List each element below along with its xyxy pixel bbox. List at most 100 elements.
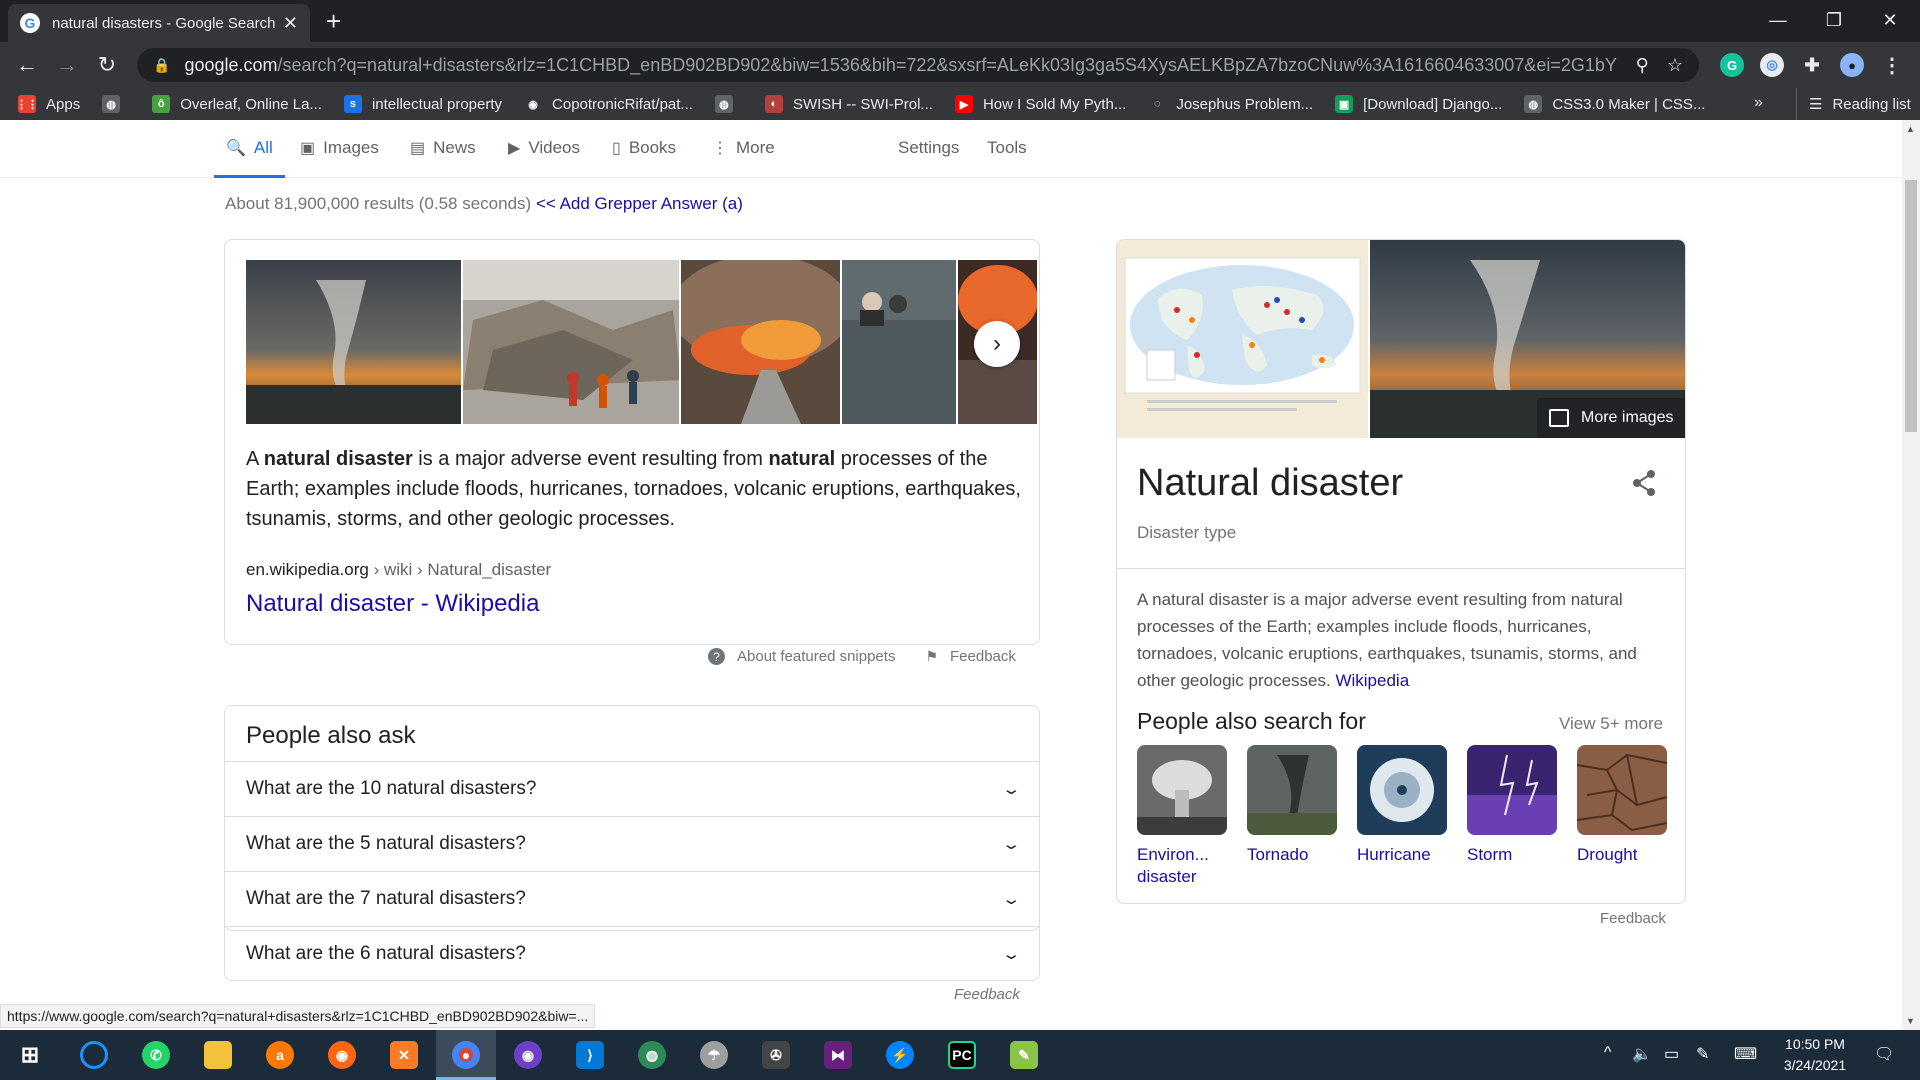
- taskbar-app[interactable]: ◍: [622, 1030, 682, 1080]
- restore-icon[interactable]: ❐: [1806, 0, 1862, 40]
- bookmark-item[interactable]: ▣ [Download] Django...: [1335, 95, 1502, 113]
- tornado-image[interactable]: [246, 260, 462, 424]
- snippet-feedback-link[interactable]: Feedback: [950, 648, 1016, 665]
- paa-title: People also ask: [246, 722, 416, 749]
- grammarly-icon[interactable]: G: [1720, 53, 1744, 77]
- taskbar-app[interactable]: ◉: [312, 1030, 372, 1080]
- more-images-button[interactable]: More images: [1537, 398, 1685, 438]
- taskbar-app[interactable]: ☂: [684, 1030, 744, 1080]
- scrollbar-thumb[interactable]: [1905, 180, 1917, 432]
- tray-overflow-icon[interactable]: ^: [1604, 1044, 1612, 1062]
- taskbar-app[interactable]: ⧓: [808, 1030, 868, 1080]
- page-scrollbar[interactable]: ▲ ▼: [1902, 120, 1920, 1030]
- related-entity-card[interactable]: Environ... disaster: [1137, 745, 1229, 888]
- taskbar-app[interactable]: PC: [932, 1030, 992, 1080]
- browser-tab[interactable]: G natural disasters - Google Search ✕: [8, 4, 310, 42]
- paa-question[interactable]: What are the 6 natural disasters? ⌄: [224, 926, 1040, 981]
- taskbar-app[interactable]: [188, 1030, 248, 1080]
- back-arrow-icon[interactable]: ←: [12, 50, 42, 80]
- kp-feedback-link[interactable]: Feedback: [1600, 910, 1666, 927]
- paa-feedback-link[interactable]: Feedback: [954, 986, 1020, 1003]
- taskbar-app[interactable]: ✇: [746, 1030, 806, 1080]
- location-pin-icon[interactable]: ⚲: [1636, 55, 1649, 76]
- bookmark-item[interactable]: ◌ Josephus Problem...: [1148, 95, 1313, 113]
- tab-all[interactable]: 🔍 All: [226, 138, 273, 158]
- bookmark-item[interactable]: ◐ SWISH -- SWI-Prol...: [764, 95, 933, 113]
- bookmark-item[interactable]: ⋮⋮ Apps: [16, 95, 80, 113]
- url-text[interactable]: google.com/search?q=natural+disasters&rl…: [184, 55, 1617, 76]
- keyboard-icon[interactable]: ⌨: [1734, 1044, 1757, 1064]
- taskbar-app[interactable]: ✎: [994, 1030, 1054, 1080]
- bookmark-item[interactable]: ▶ How I Sold My Pyth...: [954, 95, 1126, 113]
- taskbar-app[interactable]: ✕: [374, 1030, 434, 1080]
- earthquake-rubble-image[interactable]: [463, 260, 679, 424]
- bookmark-favicon-icon: ⋮⋮: [16, 95, 38, 113]
- pen-icon[interactable]: ✎: [1696, 1044, 1709, 1064]
- about-featured-snippets-link[interactable]: About featured snippets: [737, 648, 895, 665]
- scroll-up-icon[interactable]: ▲: [1906, 124, 1915, 134]
- wildfire-image[interactable]: [680, 260, 841, 424]
- taskbar-app-chrome[interactable]: ●: [436, 1030, 496, 1080]
- menu-kebab-icon[interactable]: ⋮: [1880, 53, 1904, 77]
- taskbar-app[interactable]: a: [250, 1030, 310, 1080]
- antenna-app-icon: ✇: [762, 1041, 790, 1069]
- carousel-next-button[interactable]: ›: [974, 321, 1020, 367]
- network-icon[interactable]: ▭: [1664, 1044, 1679, 1064]
- bookmark-item[interactable]: ◍ CSS3.0 Maker | CSS...: [1524, 95, 1705, 113]
- bookmark-item[interactable]: ◍: [102, 95, 130, 113]
- address-bar[interactable]: 🔒 google.com/search?q=natural+disasters&…: [137, 48, 1699, 82]
- taskbar-app[interactable]: ✆: [126, 1030, 186, 1080]
- paa-question[interactable]: What are the 5 natural disasters? ⌄: [225, 816, 1039, 871]
- add-grepper-answer-link[interactable]: << Add Grepper Answer (a): [536, 194, 743, 213]
- tab-news[interactable]: ▤ News: [410, 138, 476, 158]
- bookmark-star-icon[interactable]: ☆: [1667, 55, 1683, 76]
- taskbar-app[interactable]: [64, 1030, 124, 1080]
- bookmark-item[interactable]: ◍: [714, 95, 743, 113]
- paa-question[interactable]: What are the 7 natural disasters? ⌄: [225, 871, 1039, 926]
- flood-image[interactable]: [842, 260, 956, 424]
- tab-more[interactable]: ⋮ More: [712, 138, 775, 158]
- forward-arrow-icon[interactable]: →: [52, 50, 82, 80]
- scroll-down-icon[interactable]: ▼: [1906, 1016, 1915, 1026]
- puzzle-extensions-icon[interactable]: ✚: [1800, 53, 1824, 77]
- related-entity-card[interactable]: Hurricane: [1357, 745, 1449, 866]
- view-more-link[interactable]: View 5+ more: [1559, 714, 1663, 734]
- bookmark-item[interactable]: ô Overleaf, Online La...: [152, 95, 322, 113]
- profile-avatar[interactable]: ●: [1840, 53, 1864, 77]
- tab-videos[interactable]: ▶ Videos: [508, 138, 580, 158]
- windows-taskbar: ⊞ ✆ a ◉ ✕ ● ◉ ⟩ ◍ ☂ ✇ ⧓ ⚡ PC ✎ ^ 🔈 ▭ ✎ ⌨…: [0, 1030, 1920, 1080]
- bookmark-item[interactable]: ◉ CopotronicRifat/pat...: [524, 95, 693, 113]
- volume-icon[interactable]: 🔈: [1632, 1044, 1652, 1064]
- paa-question[interactable]: What are the 10 natural disasters? ⌄: [225, 761, 1039, 816]
- related-entity-card[interactable]: Storm: [1467, 745, 1559, 866]
- new-tab-button[interactable]: +: [326, 8, 341, 34]
- taskbar-app[interactable]: ⟩: [560, 1030, 620, 1080]
- world-risk-map-image[interactable]: [1117, 240, 1368, 438]
- system-clock[interactable]: 10:50 PM 3/24/2021: [1770, 1034, 1860, 1076]
- bookmark-item[interactable]: s intellectual property: [343, 95, 502, 113]
- notifications-icon[interactable]: 🗨: [1874, 1044, 1894, 1064]
- related-entity-card[interactable]: Tornado: [1247, 745, 1339, 866]
- taskbar-app[interactable]: ◉: [498, 1030, 558, 1080]
- tab-images[interactable]: ▣ Images: [300, 138, 379, 158]
- extension-google-icon[interactable]: ◎: [1760, 53, 1784, 77]
- reload-icon[interactable]: ↻: [92, 50, 122, 80]
- share-icon[interactable]: [1629, 468, 1659, 498]
- divider: [1117, 568, 1685, 569]
- bookmarks-overflow-icon[interactable]: »: [1754, 94, 1763, 112]
- windows-start-button[interactable]: ⊞: [0, 1030, 60, 1080]
- bookmark-label: [Download] Django...: [1363, 95, 1503, 113]
- close-tab-button[interactable]: ✕: [283, 13, 298, 34]
- related-entity-label: Drought: [1577, 845, 1638, 864]
- reading-list-button[interactable]: ☰ Reading list: [1796, 88, 1911, 120]
- reading-list-icon: ☰: [1809, 96, 1823, 113]
- taskbar-app[interactable]: ⚡: [870, 1030, 930, 1080]
- tab-tools[interactable]: Tools: [987, 138, 1027, 158]
- tab-settings[interactable]: Settings: [898, 138, 959, 158]
- minimize-icon[interactable]: —: [1750, 0, 1806, 40]
- wikipedia-source-link[interactable]: Wikipedia: [1335, 671, 1409, 690]
- tab-books[interactable]: ▯ Books: [612, 138, 676, 158]
- wikipedia-result-link[interactable]: Natural disaster - Wikipedia: [246, 590, 539, 618]
- close-window-icon[interactable]: ✕: [1862, 0, 1918, 40]
- related-entity-card[interactable]: Drought: [1576, 745, 1669, 866]
